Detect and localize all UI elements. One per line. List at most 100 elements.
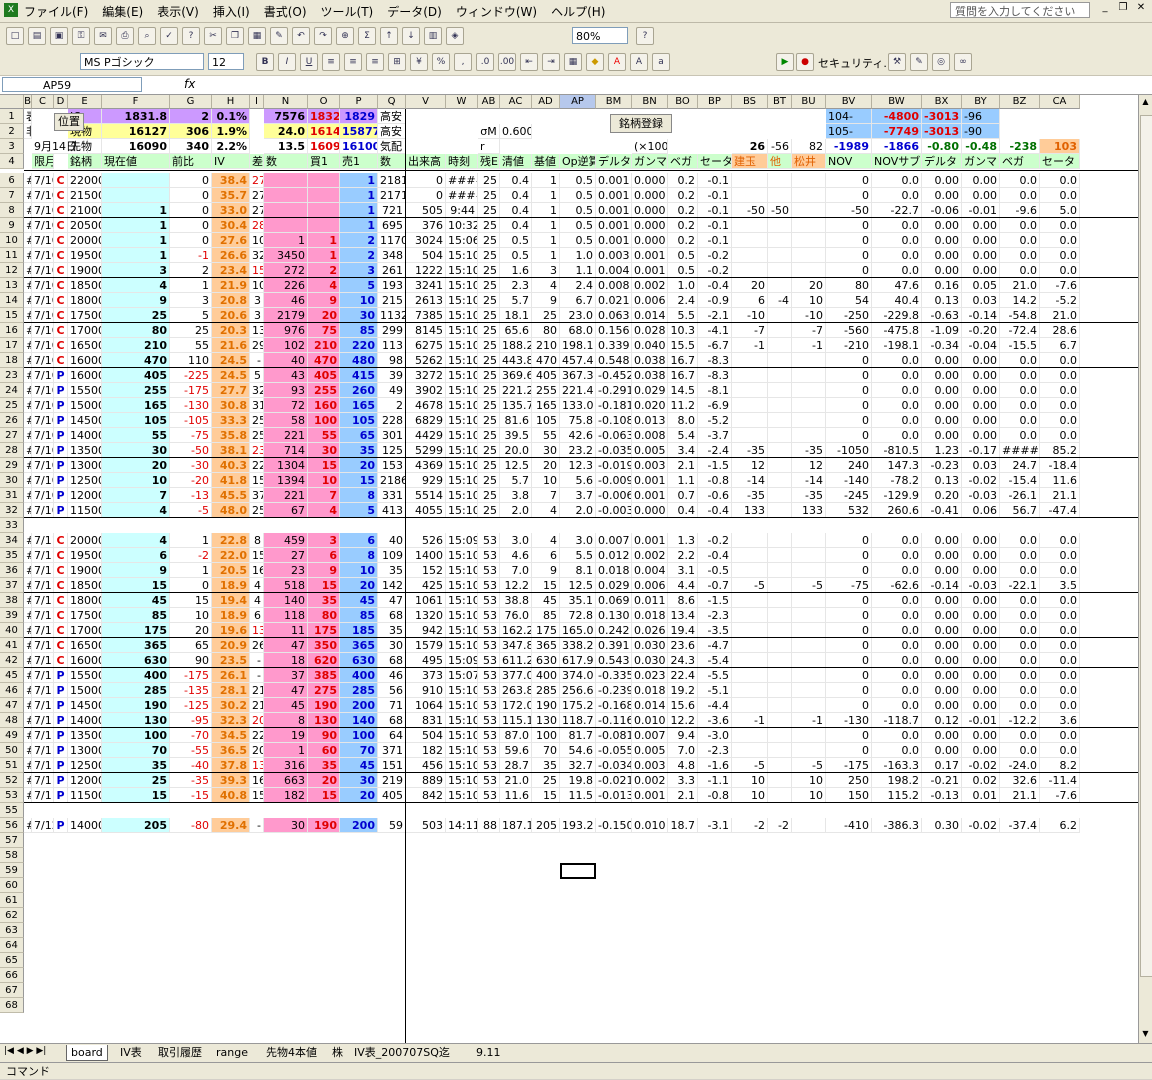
cell-bv[interactable]: 80 bbox=[826, 278, 872, 293]
cell-bv[interactable]: 0 bbox=[826, 563, 872, 578]
cell-ap[interactable]: 23.0 bbox=[560, 308, 596, 323]
cell-q[interactable]: 35 bbox=[378, 563, 406, 578]
cell-bp[interactable]: -0.7 bbox=[698, 578, 732, 593]
cell-by[interactable]: 0.00 bbox=[962, 233, 1000, 248]
cell-e[interactable]: 21000 bbox=[68, 203, 102, 218]
cell-ap[interactable]: 54.6 bbox=[560, 743, 596, 758]
cell-bn[interactable]: 0.030 bbox=[632, 638, 668, 653]
cell-bs[interactable]: 20 bbox=[732, 278, 768, 293]
cell-c[interactable]: 7/11 bbox=[32, 593, 54, 608]
cell-p[interactable]: 2 bbox=[340, 233, 378, 248]
cell-bo[interactable]: 24.3 bbox=[668, 653, 698, 668]
cell-bu[interactable] bbox=[792, 548, 826, 563]
cell-n[interactable] bbox=[264, 173, 308, 188]
cell-bm[interactable]: 0.063 bbox=[596, 308, 632, 323]
row-header[interactable]: 26 bbox=[0, 413, 24, 428]
cell-bv[interactable]: 0 bbox=[826, 368, 872, 383]
cell-g[interactable]: -55 bbox=[170, 743, 212, 758]
cell-ab[interactable]: 25 bbox=[478, 428, 500, 443]
cell-g[interactable]: -105 bbox=[170, 413, 212, 428]
cell-p[interactable]: 35 bbox=[340, 443, 378, 458]
cell-ca[interactable]: 0.0 bbox=[1040, 383, 1080, 398]
cell-bu[interactable] bbox=[792, 668, 826, 683]
cell-ca[interactable]: セータ bbox=[1040, 154, 1080, 169]
cell-by[interactable]: 0.02 bbox=[962, 773, 1000, 788]
cell-ac[interactable]: 11.6 bbox=[500, 788, 532, 803]
cell-o[interactable]: 30 bbox=[308, 443, 340, 458]
cell-bn[interactable]: 0.001 bbox=[632, 788, 668, 803]
cell-bo[interactable]: 8.0 bbox=[668, 413, 698, 428]
cell-bn[interactable]: 0.005 bbox=[632, 443, 668, 458]
cell-bx[interactable]: 0.00 bbox=[922, 653, 962, 668]
cell-e[interactable]: 14500 bbox=[68, 698, 102, 713]
cell-ab[interactable]: 25 bbox=[478, 338, 500, 353]
cell-bs[interactable] bbox=[732, 728, 768, 743]
cell-q[interactable]: 109 bbox=[378, 548, 406, 563]
cell-bp[interactable]: -0.1 bbox=[698, 233, 732, 248]
cell-ac[interactable]: 39.5 bbox=[500, 428, 532, 443]
cell-p[interactable]: 売1 bbox=[340, 154, 378, 169]
cell-ad[interactable]: 45 bbox=[532, 593, 560, 608]
cell-bm[interactable]: 0.130 bbox=[596, 608, 632, 623]
cell-bp[interactable]: -0.4 bbox=[698, 503, 732, 518]
cell-w[interactable]: #### bbox=[446, 173, 478, 188]
cell-bw[interactable]: -118.7 bbox=[872, 713, 922, 728]
cell-b[interactable]: # bbox=[24, 353, 32, 368]
cell-ca[interactable]: 28.6 bbox=[1040, 323, 1080, 338]
cell-bu[interactable]: -1 bbox=[792, 338, 826, 353]
row-header[interactable]: 28 bbox=[0, 443, 24, 458]
cell-bw[interactable]: 115.2 bbox=[872, 788, 922, 803]
cell-p[interactable]: 8 bbox=[340, 488, 378, 503]
cell-bp[interactable]: -5.4 bbox=[698, 653, 732, 668]
cell-bo[interactable]: 2.2 bbox=[668, 548, 698, 563]
cell-f[interactable]: 255 bbox=[102, 383, 170, 398]
cell-b[interactable]: # bbox=[24, 398, 32, 413]
cell-c[interactable]: 7/10 bbox=[32, 278, 54, 293]
cell-p[interactable]: 285 bbox=[340, 683, 378, 698]
column-header[interactable]: AB bbox=[478, 95, 500, 109]
cell-h[interactable]: 19.4 bbox=[212, 593, 250, 608]
cell-d[interactable]: C bbox=[54, 203, 68, 218]
cell-bt[interactable] bbox=[768, 323, 792, 338]
sort-descending-icon[interactable]: ↓ bbox=[402, 27, 420, 45]
cell-bs[interactable] bbox=[732, 563, 768, 578]
cell-bm[interactable]: 0.003 bbox=[596, 248, 632, 263]
cell-bz[interactable]: -9.6 bbox=[1000, 203, 1040, 218]
cell-bs[interactable] bbox=[732, 173, 768, 188]
cell-w[interactable]: 15:10 bbox=[446, 773, 478, 788]
cell-b[interactable]: # bbox=[24, 458, 32, 473]
cell-bx[interactable]: 0.00 bbox=[922, 263, 962, 278]
cell-w[interactable]: 15:10 bbox=[446, 353, 478, 368]
cell-e[interactable]: 15000 bbox=[68, 398, 102, 413]
cell-i[interactable]: 25 bbox=[250, 413, 264, 428]
cell-bo[interactable]: 9.4 bbox=[668, 728, 698, 743]
drawing-icon[interactable]: ◈ bbox=[446, 27, 464, 45]
cell-bt[interactable] bbox=[768, 308, 792, 323]
cell-bo[interactable]: 0.2 bbox=[668, 203, 698, 218]
cell-bv[interactable]: 0 bbox=[826, 668, 872, 683]
cell-p[interactable]: 1 bbox=[340, 203, 378, 218]
cell-w[interactable]: 15:10 bbox=[446, 443, 478, 458]
cell-bu[interactable]: -5 bbox=[792, 578, 826, 593]
cell-q[interactable]: 228 bbox=[378, 413, 406, 428]
cell-by[interactable]: 0.00 bbox=[962, 413, 1000, 428]
cell-ap[interactable]: 19.8 bbox=[560, 773, 596, 788]
cell-bt[interactable] bbox=[768, 383, 792, 398]
row-header[interactable]: 65 bbox=[0, 953, 24, 968]
cell-bw[interactable]: 0.0 bbox=[872, 218, 922, 233]
row-header[interactable]: 37 bbox=[0, 578, 24, 593]
cell-ap[interactable]: 32.7 bbox=[560, 758, 596, 773]
cell-bm[interactable]: -0.021 bbox=[596, 773, 632, 788]
cell-d[interactable]: P bbox=[54, 698, 68, 713]
cell-v[interactable]: 182 bbox=[406, 743, 446, 758]
cell-by[interactable]: 0.00 bbox=[962, 353, 1000, 368]
cell-bm[interactable]: デルタ bbox=[596, 154, 632, 169]
row-header[interactable]: 60 bbox=[0, 878, 24, 893]
cell-bt[interactable] bbox=[768, 683, 792, 698]
cell-bw[interactable]: 40.4 bbox=[872, 293, 922, 308]
cell-bv[interactable]: -560 bbox=[826, 323, 872, 338]
cell-b[interactable]: # bbox=[24, 818, 32, 833]
cell-by[interactable]: ガンマ bbox=[962, 154, 1000, 169]
cell-ac[interactable]: 38.8 bbox=[500, 593, 532, 608]
cell-bt[interactable] bbox=[768, 428, 792, 443]
